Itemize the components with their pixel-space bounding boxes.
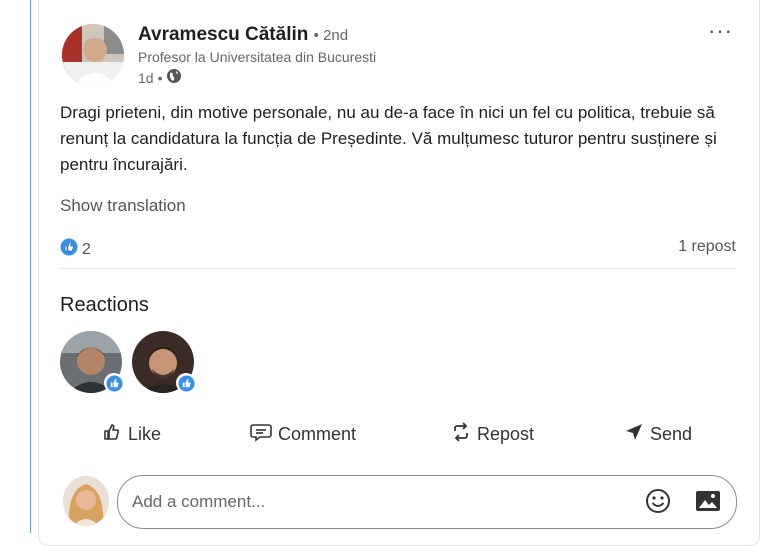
comment-button[interactable]: Comment (250, 422, 356, 447)
repost-icon (451, 422, 471, 447)
author-headline: Profesor la Universitatea din Bucuresti (138, 49, 377, 65)
send-button[interactable]: Send (624, 422, 692, 447)
comment-icon (250, 422, 272, 447)
like-badge-icon (176, 373, 196, 393)
reaction-summary[interactable]: 2 (60, 238, 91, 261)
post-meta: 1d • (138, 68, 182, 87)
frame-rule (30, 0, 31, 533)
current-user-avatar[interactable] (63, 476, 109, 526)
reactor-avatar[interactable] (132, 331, 196, 393)
like-button[interactable]: Like (102, 422, 161, 447)
emoji-icon[interactable] (645, 488, 671, 519)
like-label: Like (128, 424, 162, 444)
reactions-heading: Reactions (60, 294, 149, 316)
repost-button[interactable]: Repost (451, 422, 534, 447)
more-options-button[interactable]: ··· (708, 18, 733, 44)
author-avatar[interactable] (62, 24, 124, 86)
repost-label: Repost (477, 424, 535, 444)
thumbs-up-icon (102, 422, 122, 447)
repost-count[interactable]: 1 repost (678, 238, 736, 256)
divider (60, 268, 736, 269)
comment-label: Comment (278, 424, 357, 444)
post-body: Dragi prieteni, din motive personale, nu… (60, 103, 717, 174)
like-reaction-icon (60, 238, 78, 261)
send-label: Send (650, 424, 693, 444)
comment-input[interactable] (130, 486, 634, 518)
action-bar: Like Comment Repost Send (0, 422, 771, 450)
send-icon (624, 422, 644, 447)
meta-separator: • (157, 69, 163, 86)
like-badge-icon (104, 373, 124, 393)
show-translation-link[interactable]: Show translation (60, 196, 186, 216)
author-name[interactable]: Avramescu Cătălin • 2nd (138, 24, 348, 46)
post-time: 1d (138, 69, 154, 86)
reactor-avatar[interactable] (60, 331, 124, 393)
globe-icon (166, 68, 182, 87)
image-icon[interactable] (695, 489, 721, 518)
reaction-count: 2 (82, 240, 91, 258)
comment-box (117, 475, 737, 529)
author-name-text[interactable]: Avramescu Cătălin (138, 24, 308, 45)
connection-degree: • 2nd (313, 27, 349, 44)
